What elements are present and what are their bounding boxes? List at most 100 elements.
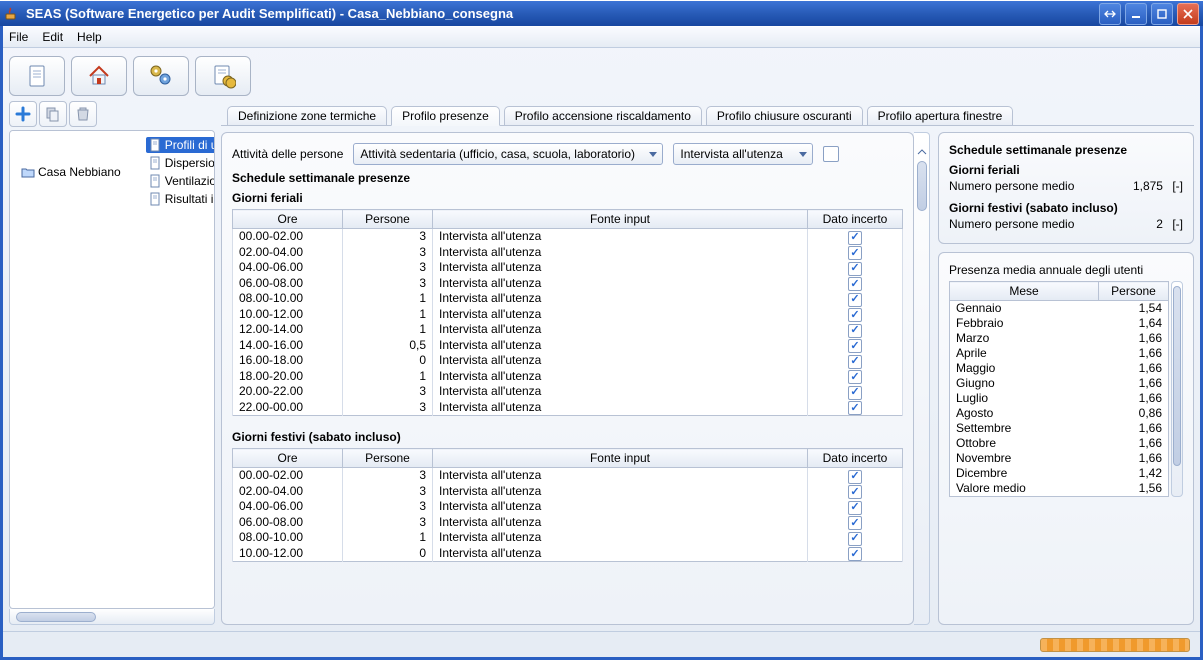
annual-table[interactable]: Mese Persone Gennaio1,54Febbraio1,64Marz… [949,281,1169,497]
table-row[interactable]: 06.00-08.003Intervista all'utenza✓ [233,276,903,292]
checkbox-icon[interactable]: ✓ [848,470,862,484]
checkbox-icon[interactable]: ✓ [848,246,862,260]
table-row[interactable]: 10.00-12.001Intervista all'utenza✓ [233,307,903,323]
table-row[interactable]: Aprile1,66 [950,346,1169,361]
tree-root-label[interactable]: Casa Nebbiano [38,164,121,180]
table-row[interactable]: Maggio1,66 [950,361,1169,376]
tab[interactable]: Definizione zone termiche [227,106,387,125]
maximize-button[interactable] [1151,3,1173,25]
menu-edit[interactable]: Edit [42,30,63,44]
tree-add-button[interactable] [9,101,37,127]
close-button[interactable] [1177,3,1199,25]
activity-uncertain-checkbox[interactable] [823,146,839,162]
table-row[interactable]: Marzo1,66 [950,331,1169,346]
table-row[interactable]: 00.00-02.003Intervista all'utenza✓ [233,229,903,245]
checkbox-icon[interactable]: ✓ [848,324,862,338]
table-row[interactable]: Settembre1,66 [950,421,1169,436]
table-row[interactable]: 16.00-18.000Intervista all'utenza✓ [233,353,903,369]
tree-delete-button[interactable] [69,101,97,127]
annual-scrollbar[interactable] [1171,281,1183,497]
tree-item-label: Dispersioni per trasmissione [165,155,215,171]
table-row[interactable]: 02.00-04.003Intervista all'utenza✓ [233,245,903,261]
document-icon [148,174,162,188]
table-row[interactable]: 04.00-06.003Intervista all'utenza✓ [233,260,903,276]
feriali-table[interactable]: Ore Persone Fonte input Dato incerto 00.… [232,209,903,416]
table-row[interactable]: 08.00-10.001Intervista all'utenza✓ [233,291,903,307]
checkbox-icon[interactable]: ✓ [848,355,862,369]
toolbar-results-button[interactable] [195,56,251,96]
table-row[interactable]: Gennaio1,54 [950,301,1169,317]
table-row[interactable]: 02.00-04.003Intervista all'utenza✓ [233,484,903,500]
table-row[interactable]: 10.00-12.000Intervista all'utenza✓ [233,546,903,562]
checkbox-icon[interactable]: ✓ [848,277,862,291]
menu-file[interactable]: File [9,30,28,44]
tree-item-label: Profili di utilizzo [165,137,215,153]
toolbar-settings-button[interactable] [133,56,189,96]
tree-item[interactable]: Profili di utilizzo [144,136,215,154]
summary-unit: [-] [1172,217,1183,231]
checkbox-icon[interactable]: ✓ [848,231,862,245]
checkbox-icon[interactable]: ✓ [848,516,862,530]
table-row[interactable]: 00.00-02.003Intervista all'utenza✓ [233,468,903,484]
checkbox-icon[interactable]: ✓ [848,501,862,515]
titlebar: SEAS (Software Energetico per Audit Semp… [0,0,1203,26]
checkbox-icon[interactable]: ✓ [848,401,862,415]
tab[interactable]: Profilo chiusure oscuranti [706,106,863,125]
checkbox-icon[interactable]: ✓ [848,532,862,546]
goto-button[interactable] [1099,3,1121,25]
checkbox-icon[interactable]: ✓ [848,262,862,276]
tree-item[interactable]: Risultati involucro [144,190,215,208]
table-row[interactable]: Luglio1,66 [950,391,1169,406]
checkbox-icon[interactable]: ✓ [848,293,862,307]
table-row[interactable]: 22.00-00.003Intervista all'utenza✓ [233,400,903,416]
table-row[interactable]: 08.00-10.001Intervista all'utenza✓ [233,530,903,546]
scrollbar-thumb[interactable] [917,161,927,211]
festivi-table[interactable]: Ore Persone Fonte input Dato incerto 00.… [232,448,903,562]
tab[interactable]: Profilo apertura finestre [867,106,1014,125]
summary-feriali-value: 1,875 [1133,179,1163,193]
table-row[interactable]: Dicembre1,42 [950,466,1169,481]
checkbox-icon[interactable]: ✓ [848,339,862,353]
table-row[interactable]: Febbraio1,64 [950,316,1169,331]
checkbox-icon[interactable]: ✓ [848,485,862,499]
summary-festivi-heading: Giorni festivi (sabato incluso) [949,201,1183,215]
toolbar-home-button[interactable] [71,56,127,96]
table-row[interactable]: 06.00-08.003Intervista all'utenza✓ [233,515,903,531]
checkbox-icon[interactable]: ✓ [848,547,862,561]
table-row[interactable]: Ottobre1,66 [950,436,1169,451]
table-row[interactable]: 14.00-16.000,5Intervista all'utenza✓ [233,338,903,354]
scroll-up-icon[interactable] [917,147,927,157]
center-scrollbar[interactable] [914,132,930,625]
tree-duplicate-button[interactable] [39,101,67,127]
table-row[interactable]: Giugno1,66 [950,376,1169,391]
table-row[interactable]: 18.00-20.001Intervista all'utenza✓ [233,369,903,385]
table-row[interactable]: 12.00-14.001Intervista all'utenza✓ [233,322,903,338]
activity-source-combo[interactable]: Intervista all'utenza [673,143,813,165]
tab[interactable]: Profilo accensione riscaldamento [504,106,702,125]
menu-help[interactable]: Help [77,30,102,44]
project-tree[interactable]: Casa Nebbiano Profili di utilizzo Dispers… [9,130,215,609]
tab-row: Definizione zone termicheProfilo presenz… [221,102,1194,126]
tree-scrollbar[interactable] [9,609,215,625]
scrollbar-thumb[interactable] [1173,286,1181,466]
annual-title: Presenza media annuale degli utenti [949,263,1183,277]
table-row[interactable]: 04.00-06.003Intervista all'utenza✓ [233,499,903,515]
tree-toolbar [9,102,215,126]
table-row[interactable]: Valore medio1,56 [950,481,1169,497]
checkbox-icon[interactable]: ✓ [848,308,862,322]
summary-title: Schedule settimanale presenze [949,143,1183,157]
table-row[interactable]: Agosto0,86 [950,406,1169,421]
toolbar-doc-button[interactable] [9,56,65,96]
annual-panel: Presenza media annuale degli utenti Mese… [938,252,1194,625]
table-row[interactable]: Novembre1,66 [950,451,1169,466]
checkbox-icon[interactable]: ✓ [848,386,862,400]
tab[interactable]: Profilo presenze [391,106,500,126]
schedule-title: Schedule settimanale presenze [232,171,903,185]
table-row[interactable]: 20.00-22.003Intervista all'utenza✓ [233,384,903,400]
checkbox-icon[interactable]: ✓ [848,370,862,384]
statusbar [3,631,1200,657]
tree-item[interactable]: Dispersioni per trasmissione [144,154,215,172]
tree-item[interactable]: Ventilazioni e apporti interni [144,172,215,190]
minimize-button[interactable] [1125,3,1147,25]
activity-type-combo[interactable]: Attività sedentaria (ufficio, casa, scuo… [353,143,663,165]
